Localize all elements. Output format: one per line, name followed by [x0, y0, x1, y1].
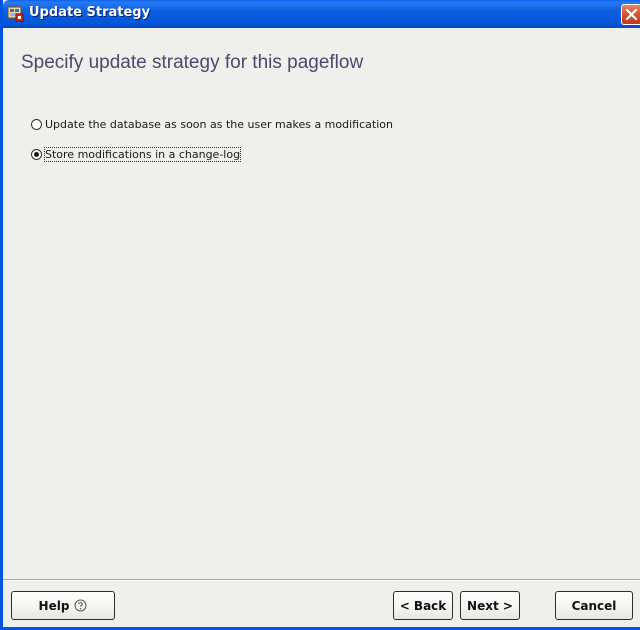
option-label: Update the database as soon as the user … [45, 117, 393, 131]
option-update-immediately[interactable]: Update the database as soon as the user … [31, 116, 393, 132]
close-button[interactable] [621, 4, 640, 25]
option-label: Store modifications in a change-log [43, 146, 242, 162]
radio-update-immediately[interactable] [31, 118, 42, 130]
radio-change-log[interactable] [31, 148, 42, 160]
next-button[interactable]: Next > [460, 591, 520, 620]
update-strategy-dialog: Update Strategy Specify update strategy … [0, 0, 640, 630]
option-change-log[interactable]: Store modifications in a change-log [31, 146, 242, 162]
close-icon [625, 8, 638, 21]
title-bar[interactable]: Update Strategy [3, 0, 640, 28]
cancel-button[interactable]: Cancel [555, 591, 633, 620]
pageflow-wizard-icon [7, 5, 24, 22]
help-circle-icon [74, 599, 87, 612]
window-title: Update Strategy [29, 5, 151, 20]
footer-separator [3, 579, 640, 581]
help-button-label: Help [38, 598, 70, 613]
back-button[interactable]: < Back [393, 591, 453, 620]
help-button[interactable]: Help [11, 591, 115, 620]
page-heading: Specify update strategy for this pageflo… [21, 52, 364, 73]
